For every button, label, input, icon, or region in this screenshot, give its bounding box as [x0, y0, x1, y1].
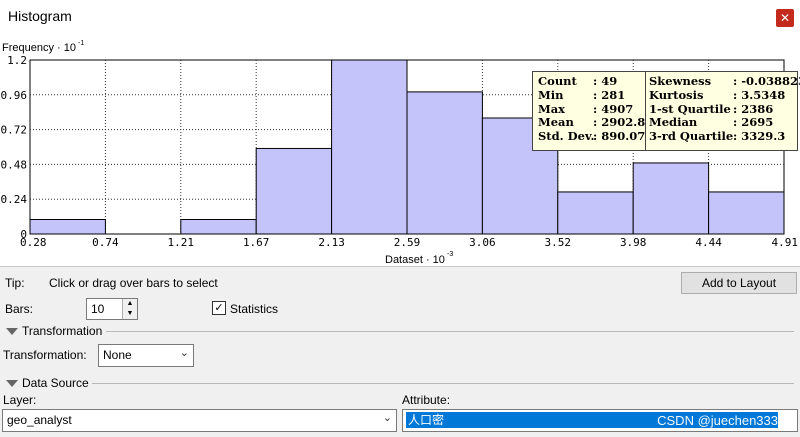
stat-row: Std. Dev.: 890.07	[538, 129, 646, 144]
stat-label: Std. Dev.	[538, 129, 595, 144]
statistics-panel: Count : 49 Min : 281 Max : 4907 Mean : 2902.8 St…	[532, 71, 800, 151]
close-button[interactable]: ✕	[776, 9, 794, 27]
histogram-bar[interactable]	[406, 91, 483, 235]
stat-value: : 3329.3	[733, 129, 786, 144]
y-tick-label: 0.48	[1, 158, 28, 171]
y-tick-label: 0.96	[1, 89, 28, 102]
x-tick-label: 4.91	[772, 236, 799, 249]
attribute-label: Attribute:	[402, 393, 451, 407]
section-divider	[106, 331, 794, 332]
x-tick-label: 1.67	[243, 236, 270, 249]
chevron-down-icon: ⌄	[179, 347, 189, 359]
stat-row: Min : 281	[538, 87, 645, 103]
stat-row: Skewness : -0.038823	[649, 74, 800, 89]
histogram-bar[interactable]	[708, 191, 785, 235]
window-titlebar: Histogram ✕	[0, 0, 800, 34]
histogram-bar[interactable]	[180, 219, 257, 235]
y-tick-label: 0.24	[1, 193, 28, 206]
transformation-label: Transformation:	[3, 348, 87, 362]
collapse-triangle-icon[interactable]	[6, 380, 18, 388]
data-source-section-header[interactable]: Data Source	[6, 376, 794, 390]
statistics-right-column: Skewness : -0.038823 Kurtosis : 3.5348 1-st …	[649, 74, 800, 144]
statistics-checkbox-label[interactable]: Statistics	[230, 302, 278, 316]
y-tick-label: 1.2	[7, 54, 27, 67]
stat-value: : 2386	[733, 101, 774, 116]
histogram-bar[interactable]	[632, 162, 710, 235]
stat-label: Median	[649, 115, 698, 130]
stat-value: : 4907	[593, 101, 634, 116]
checkmark-icon: ✓	[214, 302, 224, 314]
statistics-left-column: Count : 49 Min : 281 Max : 4907 Mean : 2902.8 St…	[538, 74, 646, 144]
stat-row: Kurtosis : 3.5348	[649, 87, 800, 103]
stepper-up-icon[interactable]: ▲	[123, 299, 137, 309]
stat-row: Mean : 2902.8	[538, 115, 646, 130]
stat-value: : -0.038823	[733, 74, 800, 88]
data-source-section-title: Data Source	[22, 376, 89, 390]
stat-label: Max	[538, 101, 566, 116]
stat-label: Min	[538, 87, 564, 102]
stat-value: : 2695	[733, 115, 774, 130]
tip-text: Click or drag over bars to select	[49, 276, 218, 290]
histogram-bar[interactable]	[255, 147, 333, 235]
x-tick-label: 4.44	[695, 236, 722, 249]
stat-label: Kurtosis	[649, 87, 704, 102]
stat-value: : 890.07	[593, 129, 646, 144]
bars-stepper[interactable]: 10 ▲ ▼	[86, 298, 138, 320]
histogram-bar[interactable]	[557, 191, 634, 235]
stat-row: 3-rd Quartile: 3329.3	[649, 129, 800, 144]
stat-value: : 2902.8	[593, 115, 646, 130]
histogram-bar[interactable]	[29, 219, 106, 235]
stat-label: 1-st Quartile	[649, 101, 731, 116]
section-divider	[92, 383, 794, 384]
stat-label: Count	[538, 74, 577, 88]
layer-value: geo_analyst	[7, 413, 72, 427]
stat-label: Mean	[538, 115, 574, 130]
stat-row: Count : 49	[538, 74, 645, 89]
x-tick-label: 1.21	[168, 236, 195, 249]
stat-value: : 49	[593, 74, 618, 88]
x-tick-label: 0.74	[92, 236, 119, 249]
stat-value: : 281	[593, 87, 626, 102]
stat-row: Median : 2695	[649, 115, 800, 130]
stat-label: 3-rd Quartile	[649, 129, 734, 144]
x-axis-exponent: -3	[447, 251, 453, 258]
x-tick-label: 3.98	[620, 236, 647, 249]
histogram-bar[interactable]	[331, 59, 408, 235]
x-tick-label: 0.28	[20, 236, 47, 249]
bars-label: Bars:	[5, 302, 34, 316]
stat-row: 1-st Quartile: 2386	[649, 101, 800, 117]
stepper-down-icon[interactable]: ▼	[123, 309, 137, 319]
transformation-value: None	[103, 348, 132, 362]
x-axis-title: Dataset · 10	[385, 254, 445, 266]
stat-value: : 3.5348	[733, 87, 786, 102]
y-axis-title: Frequency · 10	[2, 42, 76, 54]
stat-row: Max : 4907	[538, 101, 645, 117]
x-tick-label: 2.59	[394, 236, 421, 249]
stat-label: Skewness	[649, 74, 712, 88]
transformation-section-title: Transformation	[22, 324, 103, 338]
bars-value: 10	[91, 302, 105, 316]
collapse-triangle-icon[interactable]	[6, 328, 18, 336]
histogram-chart[interactable]: 0 0.24 0.48 0.72 0.96 1.2 0.28 0.74 1.21 1.67 2.13…	[0, 34, 800, 267]
y-axis-exponent: -1	[78, 40, 84, 47]
add-to-layout-button[interactable]: Add to Layout	[681, 272, 797, 294]
layer-label: Layer:	[3, 393, 37, 407]
window-title: Histogram	[8, 8, 72, 24]
layer-select[interactable]: geo_analyst ⌄	[2, 409, 397, 432]
x-tick-label: 2.13	[318, 236, 345, 249]
transformation-section-header[interactable]: Transformation	[6, 324, 794, 338]
chevron-down-icon: ⌄	[382, 412, 392, 424]
statistics-divider	[645, 72, 646, 150]
bars-stepper-arrows[interactable]: ▲ ▼	[122, 299, 137, 319]
transformation-select[interactable]: None ⌄	[98, 344, 194, 367]
y-tick-label: 0.72	[1, 124, 28, 137]
statistics-checkbox[interactable]: ✓	[212, 301, 226, 315]
watermark-text: CSDN @juechen333	[657, 413, 778, 428]
x-tick-label: 3.06	[469, 236, 496, 249]
tip-label: Tip:	[5, 276, 25, 290]
x-tick-label: 3.52	[545, 236, 572, 249]
